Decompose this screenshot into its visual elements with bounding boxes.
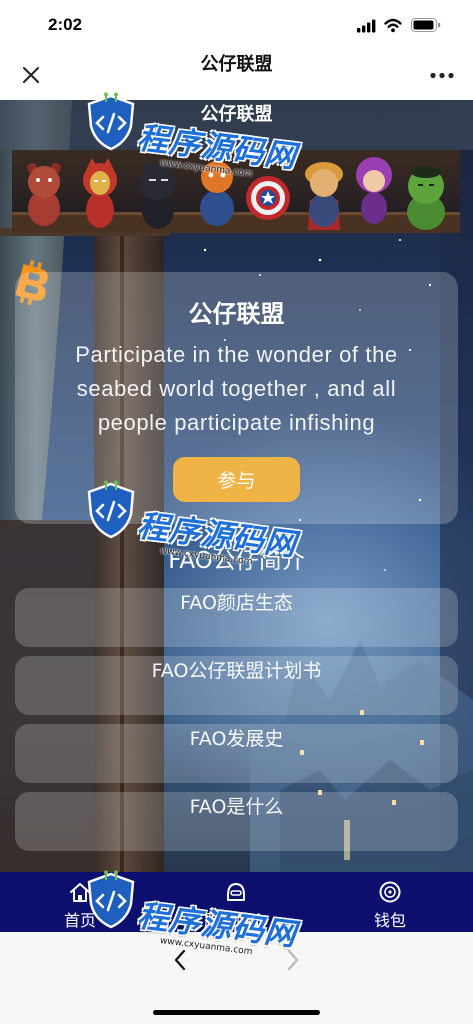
home-indicator[interactable] (153, 1010, 320, 1015)
page-header: 公仔联盟 (0, 100, 473, 150)
more-icon[interactable] (430, 72, 454, 79)
page-content: 公仔联盟 公仔联盟 Participate in the wonder of t… (0, 100, 473, 872)
section-heading: FAO公仔简介 (168, 548, 305, 574)
intro-card: 公仔联盟 Participate in the wonder of the se… (15, 272, 458, 524)
figures-banner-image (12, 150, 460, 233)
tab-home[interactable]: 首页 (20, 872, 140, 932)
list-item-ecosystem[interactable]: FAO颜店生态 (15, 588, 458, 647)
nav-title: 公仔联盟 (200, 54, 273, 75)
join-button[interactable]: 参与 (173, 457, 300, 502)
tab-wallet-label: 钱包 (373, 911, 406, 930)
tab-bar: 首页 服务中心 钱包 (0, 872, 473, 932)
status-bar: 2:02 (0, 0, 473, 50)
browser-toolbar (0, 932, 473, 1024)
tab-wallet[interactable]: 钱包 (330, 872, 450, 932)
tab-home-label: 首页 (63, 911, 96, 930)
mini-program-nav-bar: 公仔联盟 (0, 50, 473, 100)
list-item-plan[interactable]: FAO公仔联盟计划书 (15, 656, 458, 715)
cellular-signal-icon (357, 19, 376, 33)
intro-card-title: 公仔联盟 (188, 300, 285, 328)
tab-service-center[interactable]: 服务中心 (176, 872, 296, 932)
service-center-icon (227, 883, 245, 901)
wallet-icon (379, 881, 401, 903)
intro-card-description: Participate in the wonder of the seabed … (75, 342, 398, 435)
battery-icon (411, 18, 441, 32)
list-item-history[interactable]: FAO发展史 (15, 724, 458, 783)
banner-figures (12, 150, 460, 233)
wifi-icon (384, 18, 402, 33)
home-icon (70, 883, 90, 902)
forward-arrow-icon[interactable] (286, 949, 300, 971)
page-title: 公仔联盟 (200, 104, 273, 125)
status-time: 2:02 (48, 15, 83, 34)
close-icon[interactable] (22, 66, 40, 84)
back-arrow-icon[interactable] (173, 949, 187, 971)
list-item-what-is[interactable]: FAO是什么 (15, 792, 458, 851)
tab-service-center-label: 服务中心 (203, 911, 268, 930)
